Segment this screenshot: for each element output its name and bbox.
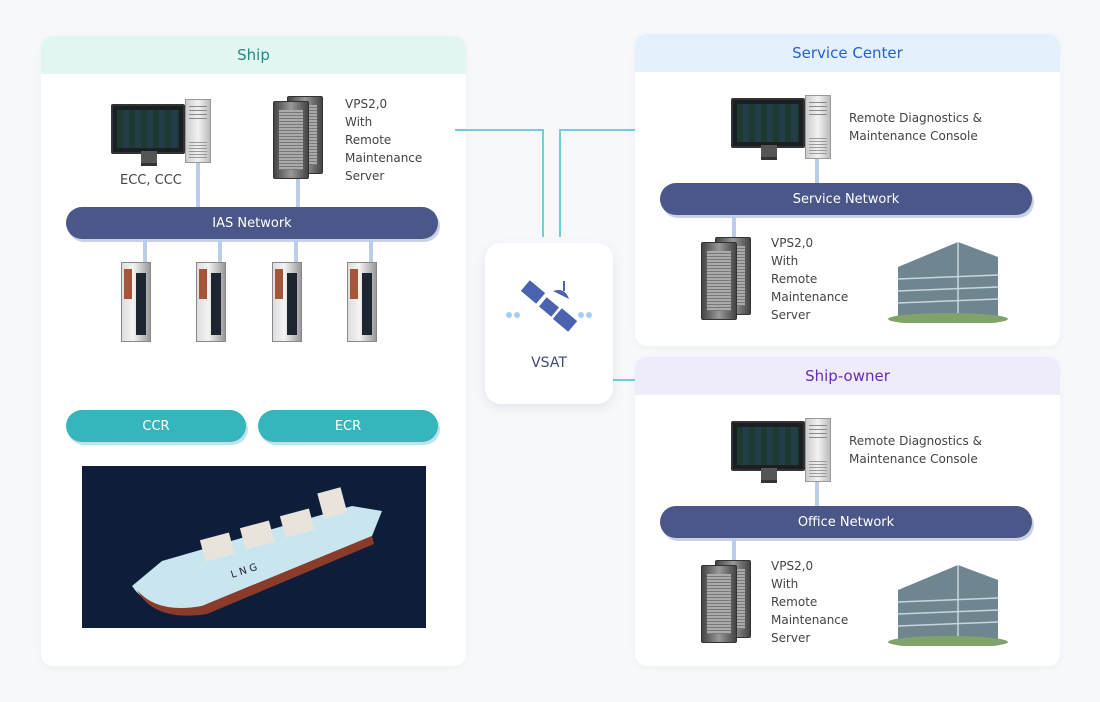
label-line: VPS2,0 <box>771 236 814 250</box>
connector <box>815 158 819 186</box>
link-line <box>542 129 544 237</box>
label-line: Maintenance <box>345 151 423 165</box>
controller-icon <box>347 262 377 342</box>
label-line: Remote Diagnostics & <box>849 434 982 448</box>
connector <box>369 240 373 264</box>
label-line: Remote <box>771 595 818 609</box>
server-label: VPS2,0 With Remote Maintenance Server <box>771 234 848 324</box>
console-label: Remote Diagnostics & Maintenance Console <box>849 432 982 468</box>
label-line: Maintenance Console <box>849 129 978 143</box>
label-line: Server <box>771 308 811 322</box>
ccr-button: CCR <box>66 410 246 442</box>
label-line: Server <box>345 169 385 183</box>
service-network-bar: Service Network <box>660 183 1032 215</box>
label-line: VPS2,0 <box>345 97 388 111</box>
console-label: ECC, CCC <box>120 173 182 188</box>
controller-icon <box>272 262 302 342</box>
controller-icon <box>121 262 151 342</box>
server-label: VPS2,0 With Remote Maintenance Server <box>345 95 422 185</box>
office-building-icon <box>888 242 1008 323</box>
label-line: With <box>345 115 373 129</box>
label-line: Server <box>771 631 811 645</box>
office-building-icon <box>888 565 1008 646</box>
connector <box>815 481 819 509</box>
vsat-label: VSAT <box>531 355 567 371</box>
label-line: Remote <box>771 272 818 286</box>
satellite-icon <box>506 280 592 332</box>
ship-header: Ship <box>41 36 466 74</box>
connector <box>218 240 222 264</box>
ias-network-bar: IAS Network <box>66 207 438 239</box>
server-icon <box>273 101 309 179</box>
label-line: Maintenance <box>771 613 849 627</box>
vsat-box: VSAT <box>485 243 613 404</box>
ship-owner-header: Ship-owner <box>635 357 1060 395</box>
connector <box>294 240 298 264</box>
service-center-header: Service Center <box>635 34 1060 72</box>
console-monitor-icon <box>111 104 185 166</box>
label-line: Maintenance Console <box>849 452 978 466</box>
label-line: VPS2,0 <box>771 559 814 573</box>
ecr-button: ECR <box>258 410 438 442</box>
connector <box>143 240 147 264</box>
pc-tower-icon <box>805 95 831 159</box>
server-label: VPS2,0 With Remote Maintenance Server <box>771 557 848 647</box>
label-line: Remote Diagnostics & <box>849 111 982 125</box>
label-line: Remote <box>345 133 392 147</box>
label-line: With <box>771 254 799 268</box>
link-line <box>559 129 561 237</box>
console-label: Remote Diagnostics & Maintenance Console <box>849 109 982 145</box>
controller-icon <box>196 262 226 342</box>
console-monitor-icon <box>731 421 805 483</box>
pc-tower-icon <box>805 418 831 482</box>
label-line: With <box>771 577 799 591</box>
link-line <box>455 129 543 131</box>
pc-tower-icon <box>185 99 211 163</box>
server-icon <box>701 242 737 320</box>
server-icon <box>701 565 737 643</box>
console-monitor-icon <box>731 98 805 160</box>
connector <box>196 160 200 210</box>
lng-ship-image: L N G <box>82 466 426 628</box>
office-network-bar: Office Network <box>660 506 1032 538</box>
label-line: Maintenance <box>771 290 849 304</box>
